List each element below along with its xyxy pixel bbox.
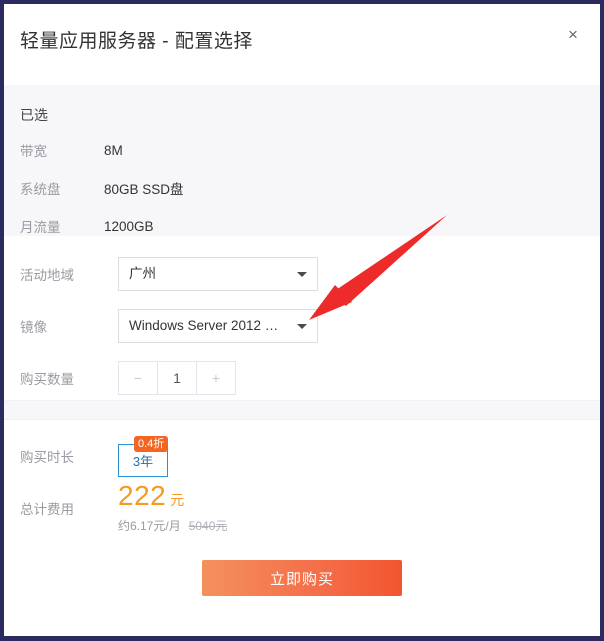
page-title: 轻量应用服务器 - 配置选择 <box>20 31 253 52</box>
window-border-bottom <box>0 636 604 641</box>
region-select-value: 广州 <box>129 266 156 281</box>
summary-value-system-disk: 80GB SSD盘 <box>104 182 184 197</box>
close-icon[interactable]: × <box>562 24 584 46</box>
window-border-left <box>0 0 4 641</box>
config-row-region: 活动地域 广州 <box>4 248 600 300</box>
selected-summary-section: 已选 带宽 8M 系统盘 80GB SSD盘 月流量 1200GB <box>4 85 600 236</box>
summary-label-bandwidth: 带宽 <box>20 144 47 159</box>
quantity-increment-button[interactable]: + <box>196 361 236 395</box>
quantity-stepper: − 1 + <box>118 361 236 395</box>
pricing-label-total: 总计费用 <box>20 502 74 517</box>
duration-options: 0.4折 3年 <box>118 435 169 477</box>
summary-label-monthly-traffic: 月流量 <box>20 220 61 235</box>
total-cost-main: 222 元 <box>118 482 227 510</box>
config-dialog: 轻量应用服务器 - 配置选择 × 已选 带宽 8M 系统盘 80GB SSD盘 … <box>4 4 600 636</box>
pricing-section: 购买时长 0.4折 3年 总计费用 222 元 约6.17元/月 5040元 立… <box>4 420 600 596</box>
pricing-label-duration: 购买时长 <box>20 450 74 465</box>
region-select[interactable]: 广州 <box>118 257 318 291</box>
dialog-header: 轻量应用服务器 - 配置选择 × <box>4 4 600 85</box>
selected-heading: 已选 <box>20 107 48 123</box>
config-row-image: 镜像 Windows Server 2012 … <box>4 300 600 352</box>
config-label-image: 镜像 <box>20 320 47 335</box>
window-border-top <box>0 0 604 4</box>
buy-button-container: 立即购买 <box>4 560 600 596</box>
discount-badge: 0.4折 <box>134 435 169 452</box>
quantity-input[interactable]: 1 <box>157 361 197 395</box>
section-divider <box>4 400 600 420</box>
monthly-price: 约6.17元/月 <box>118 519 181 533</box>
image-select[interactable]: Windows Server 2012 … <box>118 309 318 343</box>
summary-value-bandwidth: 8M <box>104 142 123 158</box>
summary-row-bandwidth: 带宽 8M <box>4 131 600 169</box>
config-row-quantity: 购买数量 − 1 + <box>4 352 600 404</box>
total-cost-sub: 约6.17元/月 5040元 <box>118 517 227 534</box>
chevron-down-icon <box>297 324 307 329</box>
config-section: 活动地域 广州 镜像 Windows Server 2012 … 购买数量 − … <box>4 236 600 400</box>
quantity-decrement-button[interactable]: − <box>118 361 158 395</box>
pricing-row-duration: 购买时长 0.4折 3年 <box>4 434 600 478</box>
original-price: 5040元 <box>188 519 228 533</box>
total-currency-unit: 元 <box>170 492 185 508</box>
pricing-row-total: 总计费用 222 元 约6.17元/月 5040元 <box>4 478 600 538</box>
config-label-region: 活动地域 <box>20 268 74 283</box>
summary-row-system-disk: 系统盘 80GB SSD盘 <box>4 169 600 207</box>
chevron-down-icon <box>297 272 307 277</box>
buy-now-button[interactable]: 立即购买 <box>202 560 402 596</box>
total-amount: 222 <box>118 480 167 511</box>
summary-label-system-disk: 系统盘 <box>20 182 61 197</box>
total-cost-block: 222 元 约6.17元/月 5040元 <box>118 482 227 534</box>
summary-value-monthly-traffic: 1200GB <box>104 218 154 234</box>
screenshot-root: 轻量应用服务器 - 配置选择 × 已选 带宽 8M 系统盘 80GB SSD盘 … <box>0 0 604 641</box>
window-border-right <box>600 0 604 641</box>
config-label-quantity: 购买数量 <box>20 372 74 387</box>
image-select-value: Windows Server 2012 … <box>129 318 279 333</box>
